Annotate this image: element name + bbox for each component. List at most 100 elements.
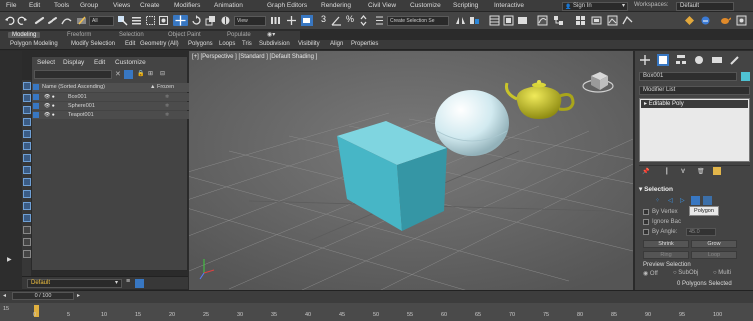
hierarchy-tab-icon[interactable]	[675, 54, 687, 66]
ribbon-subdivision[interactable]: Subdivision	[259, 41, 290, 47]
element-mode-button[interactable]	[703, 196, 712, 205]
display-lights-icon[interactable]	[23, 142, 31, 150]
display-frozen-icon[interactable]	[23, 238, 31, 246]
freeze-icon[interactable]: ❄	[165, 103, 169, 109]
percent-snap-toggle[interactable]: %	[346, 14, 354, 24]
pin-stack-icon[interactable]: 📌	[642, 168, 649, 175]
link-icon[interactable]	[34, 15, 45, 26]
curve-editor-icon[interactable]	[537, 15, 548, 26]
visibility-eye-icon[interactable]: 👁 ●	[44, 103, 55, 109]
rotate-icon[interactable]	[191, 15, 202, 26]
utilities-tab-icon[interactable]	[729, 54, 741, 66]
ribbon-visibility[interactable]: Visibility	[298, 41, 320, 47]
redo-icon[interactable]	[17, 15, 28, 26]
toggle-scene-explorer-icon[interactable]	[489, 15, 500, 26]
ribbon-geometry-all[interactable]: Geometry (All)	[140, 41, 179, 47]
ribbon-polygons[interactable]: Polygons	[188, 41, 213, 47]
ribbon-loops[interactable]: Loops	[219, 41, 235, 47]
object-color-swatch[interactable]	[741, 72, 750, 81]
menu-modifiers[interactable]: Modifiers	[174, 2, 200, 9]
explorer-menu-customize[interactable]: Customize	[115, 59, 146, 66]
tab-modeling[interactable]: Modeling	[8, 32, 41, 38]
tab-populate[interactable]: Populate	[227, 32, 251, 38]
pivot-center-icon[interactable]	[270, 15, 281, 26]
display-groups-icon[interactable]	[23, 190, 31, 198]
ribbon-modify-selection[interactable]: Modify Selection	[71, 41, 115, 47]
scale-icon[interactable]	[205, 15, 216, 26]
schematic-view-icon[interactable]	[553, 15, 564, 26]
bind-space-warp-icon[interactable]	[61, 15, 72, 26]
pencil-icon[interactable]	[76, 15, 87, 26]
make-unique-icon[interactable]: ∀	[681, 168, 685, 175]
menu-group[interactable]: Group	[80, 2, 98, 9]
select-manipulate-icon[interactable]	[286, 15, 297, 26]
angle-snap-icon[interactable]	[331, 15, 342, 26]
hierarchy-icon[interactable]: ⊞	[148, 70, 153, 77]
display-tab-icon[interactable]	[711, 54, 723, 66]
sign-in-dropdown[interactable]: 👤 Sign In ▾	[562, 2, 628, 11]
timeline-prev-icon[interactable]: ◂	[3, 292, 6, 299]
modifier-list-dropdown[interactable]: Modifier List	[639, 86, 750, 95]
display-all-icon[interactable]	[23, 94, 31, 102]
tree-row[interactable]: 👁 ● Sphere001 ❄	[32, 102, 189, 110]
toggle-layer-explorer-icon[interactable]	[503, 15, 514, 26]
selection-filter-dropdown[interactable]: All	[89, 16, 114, 26]
mirror-icon[interactable]	[455, 15, 466, 26]
render-iterative-icon[interactable]	[684, 15, 695, 26]
spinner-snap-icon[interactable]	[358, 15, 369, 26]
menu-rendering[interactable]: Rendering	[321, 2, 351, 9]
menu-interactive[interactable]: Interactive	[494, 2, 524, 9]
loop-button[interactable]: Loop	[691, 251, 737, 259]
ribbon-align[interactable]: Align	[330, 41, 343, 47]
render-setup-icon[interactable]	[591, 15, 602, 26]
rectangular-selection-icon[interactable]	[145, 15, 156, 26]
menu-customize[interactable]: Customize	[410, 2, 441, 9]
ribbon-properties[interactable]: Properties	[351, 41, 378, 47]
angle-spinner[interactable]: 45.0	[686, 228, 716, 236]
a360-gallery-icon[interactable]	[736, 15, 747, 26]
perspective-viewport[interactable]: [+] [Perspective ] [Standard ] [Default …	[189, 51, 633, 290]
undo-icon[interactable]	[4, 15, 15, 26]
clear-search-icon[interactable]: ✕	[115, 70, 121, 78]
window-crossing-icon[interactable]	[158, 15, 169, 26]
explorer-menu-display[interactable]: Display	[63, 59, 84, 66]
align-icon[interactable]	[469, 15, 480, 26]
preview-off-radio[interactable]: ◉ Off	[643, 270, 658, 277]
freeze-icon[interactable]: ❄	[165, 94, 169, 100]
lock-icon[interactable]: 🔒	[137, 70, 144, 77]
explorer-search-input[interactable]	[34, 70, 112, 79]
menu-scripting[interactable]: Scripting	[453, 2, 478, 9]
remove-modifier-icon[interactable]: 🗑	[697, 168, 705, 175]
play-panel-icon[interactable]: ▶	[7, 256, 12, 263]
shrink-button[interactable]: Shrink	[643, 240, 689, 248]
ribbon-polygon-modeling[interactable]: Polygon Modeling	[10, 41, 58, 47]
tab-selection[interactable]: Selection	[119, 32, 144, 38]
create-tab-icon[interactable]	[639, 54, 651, 66]
workspace-select[interactable]: Default	[676, 2, 734, 11]
selection-rollout-title[interactable]: ▾ Selection	[639, 185, 673, 193]
preview-subobj-radio[interactable]: ○ SubObj	[673, 270, 698, 276]
object-name-field[interactable]: Box001	[639, 72, 737, 81]
display-xrefs-icon[interactable]	[23, 202, 31, 210]
invert-display-icon[interactable]	[23, 106, 31, 114]
material-editor-icon[interactable]	[575, 15, 586, 26]
by-angle-checkbox[interactable]	[643, 229, 649, 236]
edge-mode-icon[interactable]: ◁	[668, 197, 673, 204]
display-containers-icon[interactable]	[23, 226, 31, 234]
layer-list-icon[interactable]: ≡	[126, 278, 130, 285]
named-selection-set-dropdown[interactable]: Create Selection Se	[387, 16, 449, 26]
explorer-menu-edit[interactable]: Edit	[94, 59, 105, 66]
timeline-next-icon[interactable]: ▸	[77, 292, 80, 299]
display-bones-icon[interactable]	[23, 214, 31, 222]
grow-button[interactable]: Grow	[691, 240, 737, 248]
tab-object-paint[interactable]: Object Paint	[168, 32, 201, 38]
display-geometry-icon[interactable]	[23, 118, 31, 126]
filter-icon[interactable]	[23, 250, 31, 258]
track-bar[interactable]: 15 0 5 10 15 20 25 30 35 40 45 50 55 60 65 70 75 80 85 90 9…	[0, 303, 753, 321]
by-vertex-checkbox[interactable]	[643, 209, 649, 216]
menu-graph-editors[interactable]: Graph Editors	[267, 2, 307, 9]
menu-create[interactable]: Create	[140, 2, 160, 9]
snap-toggle-3d[interactable]: 3	[321, 14, 326, 24]
ribbon-edit[interactable]: Edit	[125, 41, 135, 47]
display-none-icon[interactable]	[23, 82, 31, 90]
